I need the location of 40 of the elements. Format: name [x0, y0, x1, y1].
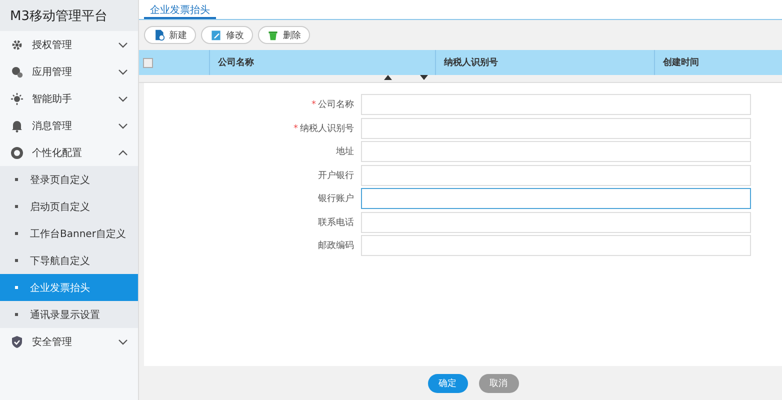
menu-item[interactable]: 消息管理: [0, 112, 138, 139]
delete-button[interactable]: 删除: [258, 26, 310, 44]
input-field[interactable]: [361, 188, 751, 209]
submenu-item[interactable]: 下导航自定义: [0, 247, 138, 274]
shield-icon: [10, 334, 24, 348]
field-label: 邮政编码: [317, 240, 355, 252]
new-button[interactable]: 新建: [144, 26, 196, 44]
menu-item[interactable]: 授权管理: [0, 31, 138, 58]
field-label: 开户银行: [317, 170, 355, 182]
chevron-down-icon: [118, 42, 128, 48]
chevron-down-icon: [118, 122, 128, 128]
menu-item[interactable]: 个性化配置: [0, 139, 138, 166]
chevron-down-icon: [118, 96, 128, 102]
submenu-item[interactable]: 通讯录显示设置: [0, 301, 138, 328]
trash-icon: [267, 29, 279, 41]
field-label: * 纳税人识别号: [292, 122, 355, 134]
submenu-item[interactable]: 工作台Banner自定义: [0, 220, 138, 247]
menu-item[interactable]: 应用管理: [0, 58, 138, 85]
field-label: * 公司名称: [310, 98, 355, 111]
submenu-item[interactable]: 登录页自定义: [0, 166, 138, 193]
tab[interactable]: 企业发票抬头: [144, 0, 216, 19]
app-title: M3移动管理平台: [0, 0, 138, 31]
chevron-up-icon: [118, 150, 128, 156]
field-label: 联系电话: [317, 216, 355, 228]
chevron-down-icon: [118, 338, 128, 344]
select-all-checkbox[interactable]: [143, 58, 153, 68]
bell-icon: [10, 118, 24, 132]
new-document-icon: [153, 29, 165, 41]
field-label: 银行账户: [317, 192, 355, 205]
column-header[interactable]: 创建时间: [654, 50, 764, 75]
edit-icon: [210, 29, 222, 41]
edit-button[interactable]: 修改: [201, 26, 253, 44]
menu-item[interactable]: 安全管理: [0, 328, 138, 355]
chevron-down-icon: [118, 68, 128, 74]
field-label: 地址: [335, 146, 355, 158]
column-header[interactable]: 纳税人识别号: [435, 50, 654, 75]
gear-icon: [10, 38, 24, 52]
submenu-item[interactable]: 启动页自定义: [0, 193, 138, 220]
menu-item[interactable]: 智能助手: [0, 85, 138, 112]
bulb-icon: [10, 92, 24, 106]
